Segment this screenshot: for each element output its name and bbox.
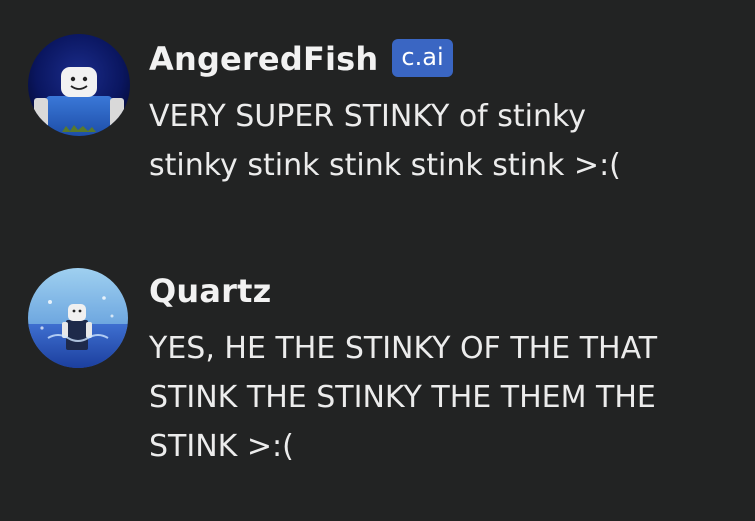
author-name[interactable]: Quartz [149, 272, 271, 310]
message-text: YES, HE THE STINKY OF THE THAT STINK THE… [149, 331, 658, 464]
ai-badge: c.ai [392, 39, 453, 77]
avatar[interactable] [28, 34, 130, 136]
avatar[interactable] [28, 268, 128, 368]
roblox-character-ocean-avatar-icon [28, 268, 128, 368]
message-header: Quartz [149, 262, 739, 320]
message-header: AngeredFish c.ai [149, 30, 739, 88]
chat-thread: AngeredFish c.ai VERY SUPER STINKY of st… [0, 0, 755, 521]
roblox-character-avatar-icon [28, 34, 130, 136]
author-name[interactable]: AngeredFish [149, 40, 378, 78]
message-content: AngeredFish c.ai VERY SUPER STINKY of st… [149, 30, 739, 190]
message-content: Quartz YES, HE THE STINKY OF THE THAT ST… [149, 262, 739, 471]
message-text: VERY SUPER STINKY of stinky stinky stink… [149, 99, 621, 183]
